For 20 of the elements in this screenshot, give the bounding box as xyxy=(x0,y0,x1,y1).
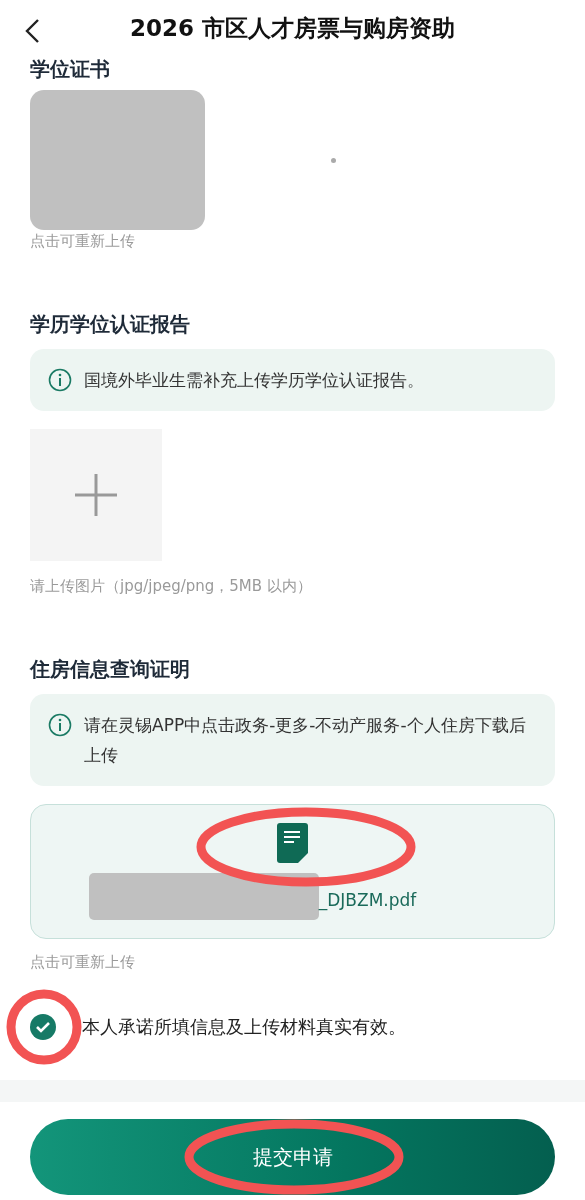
plus-icon xyxy=(75,474,117,516)
submit-button[interactable]: 提交申请 xyxy=(30,1119,555,1195)
checkmark-icon xyxy=(35,1021,51,1033)
document-icon xyxy=(277,823,308,863)
file-name: _DJBZM.pdf xyxy=(318,890,417,910)
upload-hint: 请上传图片（jpg/jpeg/png，5MB 以内） xyxy=(30,577,313,596)
notice-text: 国境外毕业生需补充上传学历学位认证报告。 xyxy=(84,369,424,392)
section-title: 学历学位认证报告 xyxy=(30,311,191,337)
agreement-text: 本人承诺所填信息及上传材料真实有效。 xyxy=(82,1015,406,1039)
notice-text: 请在灵锡APP中点击政务-更多-不动产服务-个人住房下载后上传 xyxy=(84,714,527,767)
reupload-hint: 点击可重新上传 xyxy=(30,232,136,251)
info-icon xyxy=(48,713,72,737)
file-card[interactable]: _DJBZM.pdf xyxy=(30,804,555,939)
agree-checkbox[interactable] xyxy=(30,1014,56,1040)
reupload-hint: 点击可重新上传 xyxy=(30,953,136,972)
section-title: 学位证书 xyxy=(30,56,111,82)
dot-icon xyxy=(331,157,336,163)
section-title: 住房信息查询证明 xyxy=(30,656,191,682)
page-title: 2026 市区人才房票与购房资助 xyxy=(130,13,455,43)
info-icon xyxy=(48,368,72,392)
